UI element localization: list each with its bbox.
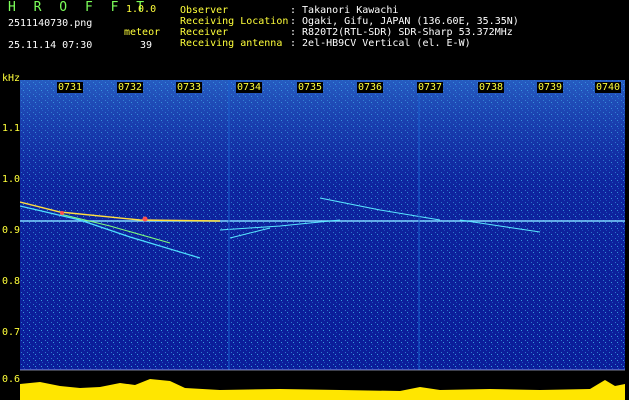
spectrogram-canvas xyxy=(20,80,625,382)
time-mark: 0735 xyxy=(297,82,324,93)
spectrogram xyxy=(20,80,625,382)
observer-value: : Takanori Kawachi xyxy=(290,5,399,16)
time-mark: 0731 xyxy=(57,82,84,93)
time-mark: 0732 xyxy=(117,82,144,93)
y-tick: 1.0 xyxy=(2,174,21,185)
receiver-value: : R820T2(RTL-SDR) SDR-Sharp 53.372MHz xyxy=(290,27,513,38)
meteor-head xyxy=(60,211,64,215)
amplitude-strip xyxy=(20,370,625,400)
y-tick: 0.8 xyxy=(2,276,21,287)
time-mark: 0739 xyxy=(537,82,564,93)
y-tick: 0.7 xyxy=(2,327,21,338)
antenna-value: : 2el-HB9CV Vertical (el. E-W) xyxy=(290,38,471,49)
meteor-label: meteor xyxy=(124,27,161,38)
receiver-label: Receiver xyxy=(180,27,229,38)
time-mark: 0734 xyxy=(236,82,263,93)
app-version: 1.0.0 xyxy=(126,4,157,15)
file-name: 2511140730.png xyxy=(8,18,93,29)
time-mark: 0737 xyxy=(417,82,444,93)
time-mark: 0733 xyxy=(176,82,203,93)
file-datetime: 25.11.14 07:30 xyxy=(8,40,93,51)
observer-label: Observer xyxy=(180,5,229,16)
observer-values: : Takanori Kawachi : Ogaki, Gifu, JAPAN … xyxy=(290,5,519,49)
meteor-head xyxy=(142,216,148,222)
location-label: Receiving Location xyxy=(180,16,289,27)
location-value: : Ogaki, Gifu, JAPAN (136.60E, 35.35N) xyxy=(290,16,519,27)
y-tick: 0.6 xyxy=(2,374,21,385)
observer-labels: Observer Receiving Location Receiver Rec… xyxy=(180,5,288,49)
time-mark: 0738 xyxy=(478,82,505,93)
time-mark: 0740 xyxy=(595,82,622,93)
y-tick: 0.9 xyxy=(2,225,21,236)
y-tick: 1.1 xyxy=(2,123,21,134)
time-mark: 0736 xyxy=(357,82,384,93)
y-axis-unit: kHz xyxy=(2,73,21,84)
antenna-label: Receiving antenna xyxy=(180,38,283,49)
meteor-count: 39 xyxy=(140,40,153,51)
